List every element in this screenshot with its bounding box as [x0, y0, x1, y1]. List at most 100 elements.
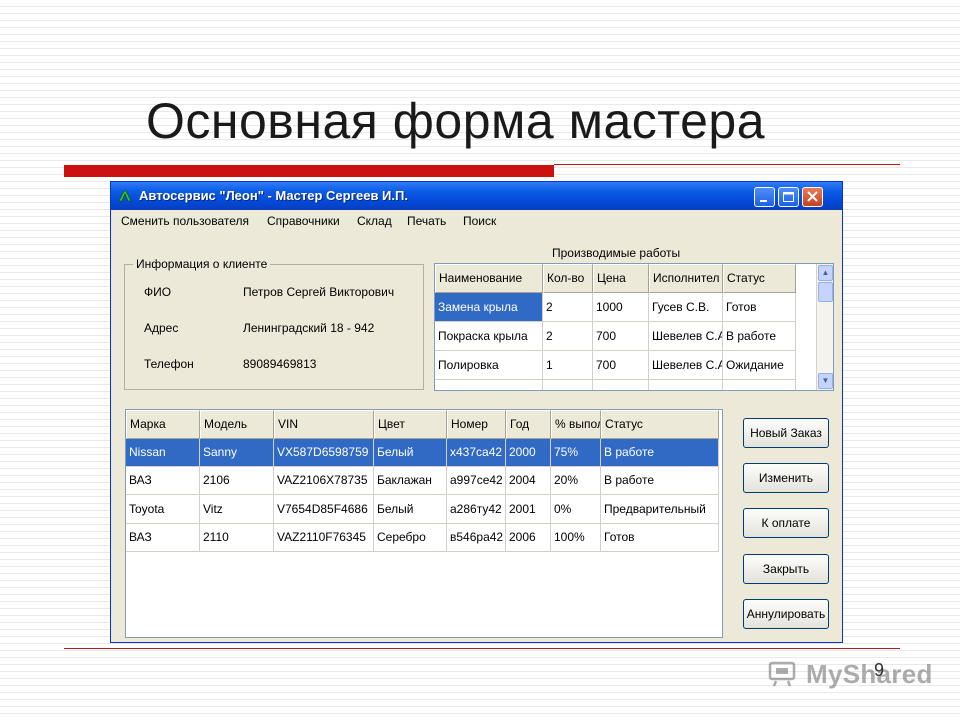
cars-row-1-make[interactable]: Nissan	[126, 439, 200, 467]
works-table[interactable]: Наименование Кол-во Цена Исполнител Стат…	[434, 263, 834, 391]
works-row-3-qty[interactable]: 1	[543, 351, 593, 380]
cars-row-3-vin[interactable]: V7654D85F4686	[274, 495, 374, 524]
cars-row-3-status[interactable]: Предварительный	[601, 495, 719, 524]
cars-row-3-progress[interactable]: 0%	[551, 495, 601, 524]
scroll-up-icon[interactable]: ▲	[818, 265, 833, 281]
cars-row-4-vin[interactable]: VAZ2110F76345	[274, 524, 374, 552]
new-order-button[interactable]: Новый Заказ	[743, 418, 829, 448]
menu-change-user[interactable]: Сменить пользователя	[121, 214, 249, 228]
cars-row-3-model[interactable]: Vitz	[200, 495, 274, 524]
cars-header-status[interactable]: Статус	[601, 410, 719, 439]
app-icon	[118, 190, 132, 202]
cars-row-4-status[interactable]: Готов	[601, 524, 719, 552]
cars-row-1-year[interactable]: 2000	[506, 439, 551, 467]
cars-header-color[interactable]: Цвет	[374, 410, 447, 439]
client-address-value: Ленинградский 18 - 942	[243, 321, 375, 335]
works-row-3-name[interactable]: Полировка	[435, 351, 543, 380]
cars-row-3-plate[interactable]: a286ту42	[447, 495, 506, 524]
works-row-3-executor[interactable]: Шевелев С.А	[649, 351, 723, 380]
works-scrollbar[interactable]: ▲ ▼	[816, 264, 833, 390]
cars-row-2-model[interactable]: 2106	[200, 467, 274, 495]
cars-row-2-progress[interactable]: 20%	[551, 467, 601, 495]
minimize-button[interactable]	[754, 187, 775, 207]
works-empty-row	[649, 380, 723, 390]
cars-row-2-make[interactable]: ВАЗ	[126, 467, 200, 495]
works-row-1-qty[interactable]: 2	[543, 293, 593, 322]
works-header-status[interactable]: Статус	[723, 264, 796, 293]
edit-button[interactable]: Изменить	[743, 463, 829, 493]
works-row-1-price[interactable]: 1000	[593, 293, 649, 322]
client-name-value: Петров Сергей Викторович	[243, 285, 395, 299]
app-window: Автосервис "Леон" - Мастер Сергеев И.П. …	[110, 181, 843, 643]
cars-row-1-color[interactable]: Белый	[374, 439, 447, 467]
cars-row-1-plate[interactable]: x437ca42	[447, 439, 506, 467]
client-info-group: Информация о клиенте ФИО Петров Сергей В…	[124, 257, 424, 390]
works-row-1-name[interactable]: Замена крыла	[435, 293, 543, 322]
cars-row-1-progress[interactable]: 75%	[551, 439, 601, 467]
scroll-down-icon[interactable]: ▼	[818, 373, 833, 389]
cars-row-2-status[interactable]: В работе	[601, 467, 719, 495]
menu-search[interactable]: Поиск	[463, 214, 496, 228]
cars-row-3-color[interactable]: Белый	[374, 495, 447, 524]
works-row-2-name[interactable]: Покраска крыла	[435, 322, 543, 351]
works-row-2-qty[interactable]: 2	[543, 322, 593, 351]
close-window-button[interactable]	[802, 187, 823, 207]
watermark-text: MyShared	[806, 658, 933, 689]
works-row-1-status[interactable]: Готов	[723, 293, 796, 322]
cars-row-4-plate[interactable]: в546ра42	[447, 524, 506, 552]
cars-row-3-make[interactable]: Toyota	[126, 495, 200, 524]
works-row-3-status[interactable]: Ожидание	[723, 351, 796, 380]
to-payment-button[interactable]: К оплате	[743, 508, 829, 538]
maximize-icon	[783, 192, 794, 202]
client-phone-value: 89089469813	[243, 357, 317, 371]
works-row-1-executor[interactable]: Гусев С.В.	[649, 293, 723, 322]
cars-header-make[interactable]: Марка	[126, 410, 200, 439]
cars-header-year[interactable]: Год	[506, 410, 551, 439]
menu-directories[interactable]: Справочники	[267, 214, 340, 228]
cars-row-1-vin[interactable]: VX587D6598759	[274, 439, 374, 467]
cars-row-4-year[interactable]: 2006	[506, 524, 551, 552]
client-info-legend: Информация о клиенте	[133, 257, 271, 271]
cars-row-4-color[interactable]: Серебро	[374, 524, 447, 552]
maximize-button[interactable]	[778, 187, 799, 207]
works-empty-row	[723, 380, 796, 390]
cars-table[interactable]: Марка Модель VIN Цвет Номер Год % выпол …	[125, 409, 723, 638]
close-button[interactable]: Закрыть	[743, 554, 829, 584]
cars-header-model[interactable]: Модель	[200, 410, 274, 439]
cars-row-2-color[interactable]: Баклажан	[374, 467, 447, 495]
works-header-qty[interactable]: Кол-во	[543, 264, 593, 293]
cancel-order-button[interactable]: Аннулировать	[743, 599, 829, 629]
window-title: Автосервис "Леон" - Мастер Сергеев И.П.	[139, 188, 408, 203]
cars-row-2-vin[interactable]: VAZ2106X78735	[274, 467, 374, 495]
works-header-price[interactable]: Цена	[593, 264, 649, 293]
cars-row-2-year[interactable]: 2004	[506, 467, 551, 495]
works-row-2-executor[interactable]: Шевелев С.А	[649, 322, 723, 351]
cars-row-3-year[interactable]: 2001	[506, 495, 551, 524]
works-empty-row	[435, 380, 543, 390]
works-header-name[interactable]: Наименование	[435, 264, 543, 293]
cars-header-progress[interactable]: % выпол	[551, 410, 601, 439]
works-row-3-price[interactable]: 700	[593, 351, 649, 380]
close-icon	[807, 191, 818, 202]
cars-header-plate[interactable]: Номер	[447, 410, 506, 439]
client-address-label: Адрес	[144, 321, 179, 335]
cars-row-4-progress[interactable]: 100%	[551, 524, 601, 552]
cars-row-1-status[interactable]: В работе	[601, 439, 719, 467]
works-header-executor[interactable]: Исполнител	[649, 264, 723, 293]
cars-row-2-plate[interactable]: a997ce42	[447, 467, 506, 495]
works-row-2-status[interactable]: В работе	[723, 322, 796, 351]
scroll-thumb[interactable]	[818, 282, 833, 302]
menu-print[interactable]: Печать	[407, 214, 446, 228]
cars-header-vin[interactable]: VIN	[274, 410, 374, 439]
title-underline-line	[554, 164, 900, 165]
page-number: 9	[874, 660, 885, 680]
cars-row-4-model[interactable]: 2110	[200, 524, 274, 552]
menu-warehouse[interactable]: Склад	[357, 214, 392, 228]
watermark-logo-icon	[768, 661, 796, 687]
cars-row-4-make[interactable]: ВАЗ	[126, 524, 200, 552]
works-label: Производимые работы	[552, 246, 681, 260]
window-titlebar[interactable]: Автосервис "Леон" - Мастер Сергеев И.П.	[111, 182, 842, 210]
title-underline-bar	[64, 165, 554, 177]
works-row-2-price[interactable]: 700	[593, 322, 649, 351]
cars-row-1-model[interactable]: Sanny	[200, 439, 274, 467]
